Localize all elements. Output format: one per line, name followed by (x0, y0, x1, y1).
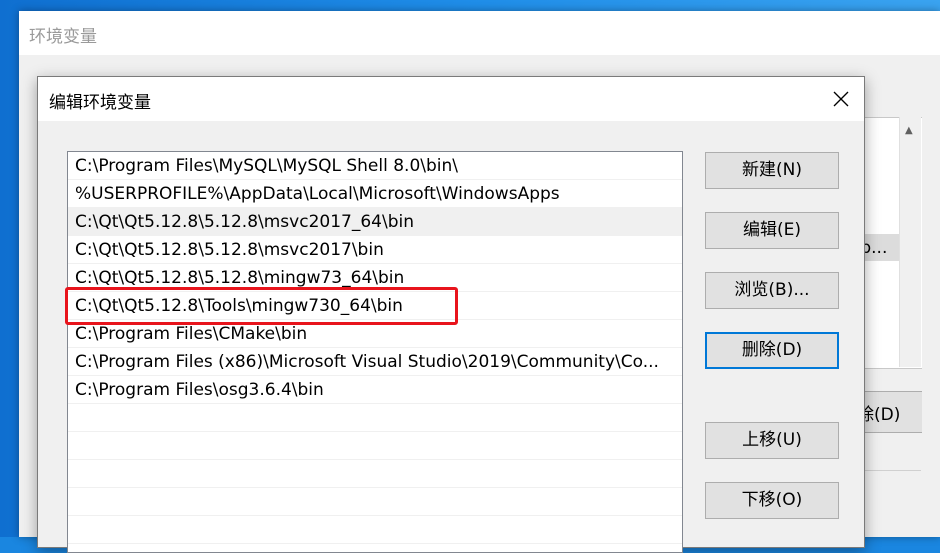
scroll-up-arrow-icon[interactable]: ▲ (905, 125, 913, 136)
list-item-text: C:\Program Files\MySQL\MySQL Shell 8.0\b… (75, 156, 459, 176)
background-window-title: 环境变量 (29, 27, 97, 47)
list-item-text: C:\Program Files (x86)\Microsoft Visual … (75, 352, 659, 372)
move-up-button[interactable]: 上移(U) (705, 422, 839, 459)
list-item-text: C:\Qt\Qt5.12.8\5.12.8\msvc2017_64\bin (75, 212, 414, 232)
list-item[interactable] (68, 488, 682, 516)
edit-button[interactable]: 编辑(E) (705, 212, 839, 249)
highlight-annotation-box (65, 287, 458, 325)
browse-button[interactable]: 浏览(B)... (705, 272, 839, 309)
list-item[interactable] (68, 404, 682, 432)
dialog-title: 编辑环境变量 (49, 93, 151, 113)
list-item-text: C:\Program Files\CMake\bin (75, 324, 308, 344)
delete-button[interactable]: 删除(D) (705, 332, 839, 369)
background-window-titlebar: 环境变量 (19, 11, 940, 55)
close-button[interactable] (818, 77, 864, 121)
move-down-button[interactable]: 下移(O) (705, 482, 839, 519)
list-item-text: C:\Program Files\osg3.6.4\bin (75, 380, 324, 400)
path-list[interactable]: C:\Program Files\MySQL\MySQL Shell 8.0\b… (67, 151, 683, 553)
list-item-text: C:\Qt\Qt5.12.8\5.12.8\msvc2017\bin (75, 240, 384, 260)
list-item-text: %USERPROFILE%\AppData\Local\Microsoft\Wi… (75, 184, 560, 204)
list-item[interactable] (68, 432, 682, 460)
list-item[interactable]: C:\Qt\Qt5.12.8\5.12.8\msvc2017\bin (68, 236, 682, 264)
background-scrollbar[interactable]: ▲ (899, 117, 921, 367)
list-item[interactable] (68, 460, 682, 488)
new-button[interactable]: 新建(N) (705, 152, 839, 189)
list-item[interactable]: C:\Program Files\osg3.6.4\bin (68, 376, 682, 404)
list-item[interactable] (68, 516, 682, 544)
close-icon (833, 91, 849, 107)
list-item[interactable]: C:\Program Files (x86)\Microsoft Visual … (68, 348, 682, 376)
list-item-text: C:\Qt\Qt5.12.8\5.12.8\mingw73_64\bin (75, 268, 405, 288)
list-item[interactable]: C:\Qt\Qt5.12.8\5.12.8\msvc2017_64\bin (68, 208, 682, 236)
list-item[interactable]: C:\Program Files\MySQL\MySQL Shell 8.0\b… (68, 152, 682, 180)
list-item[interactable]: %USERPROFILE%\AppData\Local\Microsoft\Wi… (68, 180, 682, 208)
dialog-titlebar: 编辑环境变量 (38, 77, 864, 121)
